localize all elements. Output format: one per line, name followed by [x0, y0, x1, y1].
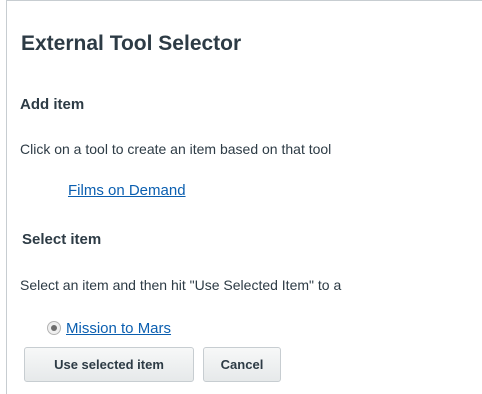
select-item-instructions: Select an item and then hit "Use Selecte… — [20, 277, 342, 293]
tool-link-films-on-demand[interactable]: Films on Demand — [68, 182, 186, 199]
use-selected-item-button[interactable]: Use selected item — [24, 347, 194, 382]
select-item-heading: Select item — [22, 231, 102, 248]
tool-selector-panel: External Tool Selector Add item Click on… — [6, 0, 482, 394]
page-title: External Tool Selector — [21, 32, 242, 55]
item-link-mission-to-mars[interactable]: Mission to Mars — [66, 320, 171, 337]
cancel-button[interactable]: Cancel — [203, 347, 281, 382]
add-item-instructions: Click on a tool to create an item based … — [20, 141, 332, 157]
add-item-heading: Add item — [20, 96, 85, 113]
radio-selected-icon[interactable] — [47, 321, 61, 335]
